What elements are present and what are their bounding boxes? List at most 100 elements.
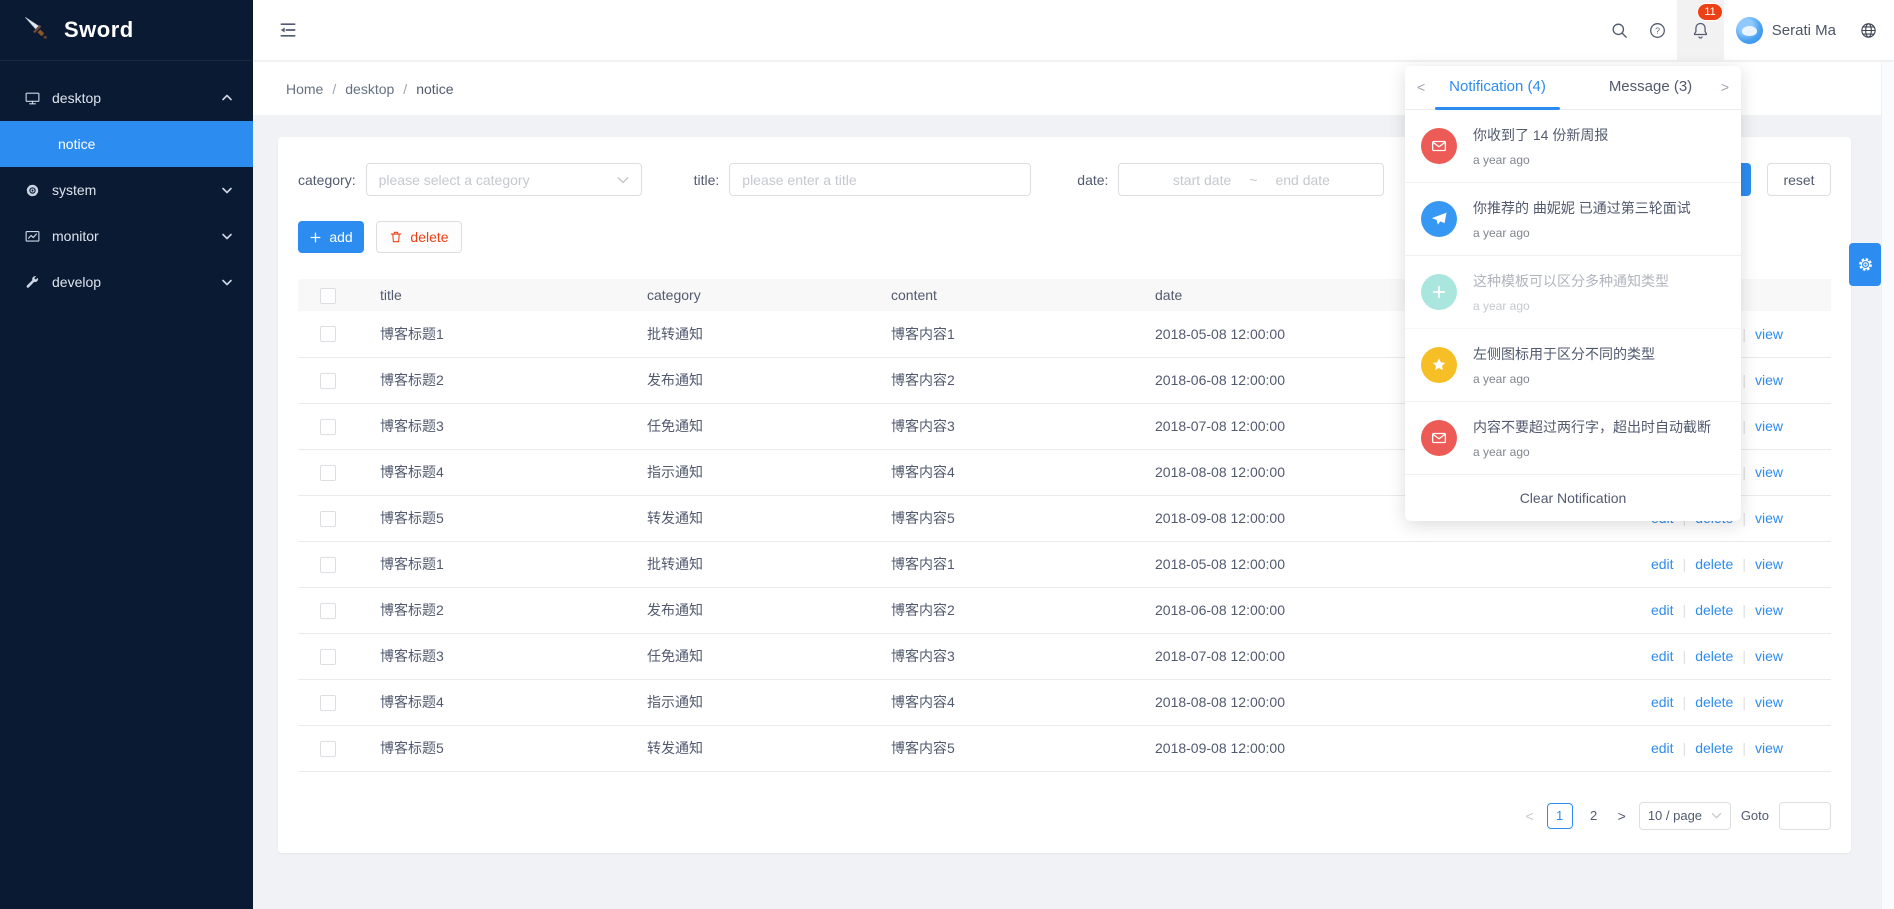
cell-date: 2018-05-08 12:00:00 [1133,541,1483,587]
delete-link[interactable]: delete [1695,556,1733,572]
app-logo[interactable]: Sword [0,0,253,61]
cell-category: 发布通知 [625,357,869,403]
tabs-next-arrow[interactable]: > [1721,79,1729,95]
breadcrumb-desktop[interactable]: desktop [345,81,394,97]
table-row: 博客标题2 发布通知 博客内容2 2018-06-08 12:00:00 edi… [298,587,1831,633]
notification-item[interactable]: 你推荐的 曲妮妮 已通过第三轮面试 a year ago [1405,183,1741,256]
theme-settings-button[interactable] [1849,243,1881,286]
notification-item[interactable]: 你收到了 14 份新周报 a year ago [1405,110,1741,183]
row-checkbox[interactable] [320,326,336,342]
row-checkbox[interactable] [320,419,336,435]
row-checkbox[interactable] [320,373,336,389]
cell-title: 博客标题5 [358,495,625,541]
cell-content: 博客内容2 [869,587,1133,633]
notification-item[interactable]: 内容不要超过两行字，超出时自动截断 a year ago [1405,402,1741,475]
sidebar-item-system[interactable]: system [0,167,253,213]
chevron-down-icon [1711,812,1722,819]
tab-message[interactable]: Message (3) [1598,78,1703,95]
row-checkbox[interactable] [320,603,336,619]
pagination: < 1 2 > 10 / page Goto [298,802,1831,830]
goto-page-input[interactable] [1779,802,1831,830]
view-link[interactable]: view [1755,464,1783,480]
view-link[interactable]: view [1755,694,1783,710]
user-menu[interactable]: Serati Ma [1724,17,1850,44]
scrollbar-track[interactable] [1881,62,1894,909]
notification-item[interactable]: 这种模板可以区分多种通知类型 a year ago [1405,256,1741,329]
tab-notification[interactable]: Notification (4) [1435,78,1560,95]
user-name: Serati Ma [1772,22,1836,39]
sidebar-item-desktop[interactable]: desktop [0,75,253,121]
tabs-prev-arrow[interactable]: < [1417,79,1425,95]
breadcrumb-home[interactable]: Home [286,81,323,97]
category-label: category: [298,172,356,188]
date-label: date: [1077,172,1108,188]
cell-date: 2018-06-08 12:00:00 [1133,587,1483,633]
sidebar-item-notice[interactable]: notice [0,121,253,167]
menu-fold-icon[interactable] [278,20,298,40]
sidebar-item-monitor[interactable]: monitor [0,213,253,259]
row-checkbox[interactable] [320,741,336,757]
next-page-button[interactable]: > [1615,808,1629,824]
row-checkbox[interactable] [320,649,336,665]
svg-text:?: ? [1655,25,1660,35]
edit-link[interactable]: edit [1651,556,1674,572]
add-button[interactable]: add [298,221,364,253]
mail-icon [1421,420,1457,456]
category-select[interactable]: please select a category [366,163,642,196]
date-range-picker[interactable]: start date ~ end date [1118,163,1384,196]
view-link[interactable]: view [1755,740,1783,756]
delete-button[interactable]: delete [376,221,462,253]
cell-content: 博客内容4 [869,679,1133,725]
action-separator: | [1742,510,1746,526]
cell-actions: edit|delete|view [1483,725,1831,771]
delete-link[interactable]: delete [1695,740,1733,756]
search-icon[interactable] [1601,0,1639,60]
cell-category: 任免通知 [625,403,869,449]
view-link[interactable]: view [1755,326,1783,342]
page-1-button[interactable]: 1 [1547,803,1573,829]
delete-link[interactable]: delete [1695,694,1733,710]
edit-link[interactable]: edit [1651,740,1674,756]
cell-actions: edit|delete|view [1483,541,1831,587]
view-link[interactable]: view [1755,648,1783,664]
view-link[interactable]: view [1755,510,1783,526]
action-separator: | [1683,556,1687,572]
notification-item[interactable]: 左侧图标用于区分不同的类型 a year ago [1405,329,1741,402]
column-header-category: category [625,279,869,311]
edit-link[interactable]: edit [1651,648,1674,664]
page-size-select[interactable]: 10 / page [1639,802,1731,830]
cell-date: 2018-08-08 12:00:00 [1133,679,1483,725]
row-checkbox[interactable] [320,511,336,527]
cell-category: 转发通知 [625,495,869,541]
help-icon[interactable]: ? [1639,0,1677,60]
action-separator: | [1742,464,1746,480]
title-input[interactable] [729,163,1031,196]
edit-link[interactable]: edit [1651,602,1674,618]
mail-icon [1421,128,1457,164]
view-link[interactable]: view [1755,556,1783,572]
prev-page-button[interactable]: < [1522,808,1536,824]
globe-icon[interactable] [1850,0,1886,60]
row-checkbox[interactable] [320,695,336,711]
view-link[interactable]: view [1755,372,1783,388]
cell-category: 指示通知 [625,679,869,725]
send-icon [1421,201,1457,237]
cell-title: 博客标题1 [358,311,625,357]
select-all-checkbox[interactable] [320,288,336,304]
edit-link[interactable]: edit [1651,694,1674,710]
view-link[interactable]: view [1755,602,1783,618]
row-checkbox[interactable] [320,557,336,573]
view-link[interactable]: view [1755,418,1783,434]
chart-icon [24,228,41,245]
delete-link[interactable]: delete [1695,648,1733,664]
page-2-button[interactable]: 2 [1583,808,1605,823]
cell-date: 2018-09-08 12:00:00 [1133,725,1483,771]
reset-button[interactable]: reset [1767,163,1831,196]
clear-notification-button[interactable]: Clear Notification [1405,475,1741,521]
breadcrumb-separator: / [403,81,407,97]
breadcrumb-separator: / [332,81,336,97]
sidebar-item-develop[interactable]: develop [0,259,253,305]
row-checkbox[interactable] [320,465,336,481]
notifications-button[interactable]: 11 [1677,0,1724,60]
delete-link[interactable]: delete [1695,602,1733,618]
